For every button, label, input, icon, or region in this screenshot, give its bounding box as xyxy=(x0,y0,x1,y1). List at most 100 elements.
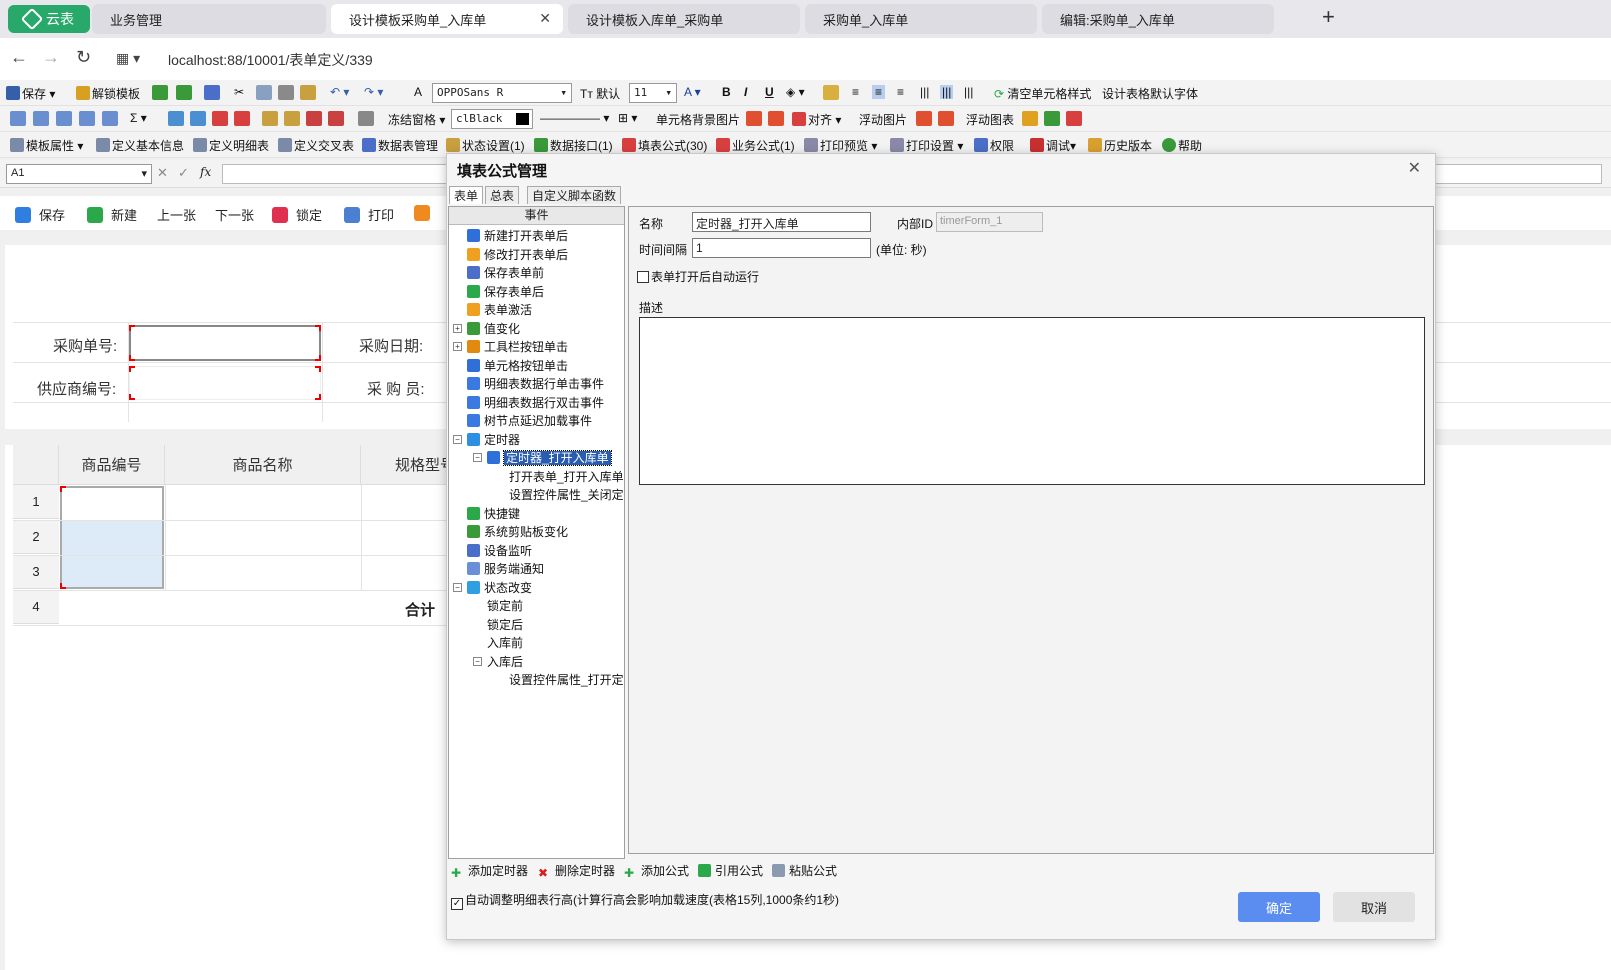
tree-node[interactable]: 表单激活 xyxy=(467,301,532,319)
font-family-select[interactable]: OPPOSans R ▾ xyxy=(432,83,572,103)
format-painter-icon[interactable] xyxy=(300,85,316,100)
tree-node[interactable]: 明细表数据行单击事件 xyxy=(467,375,604,393)
tree-node[interactable]: 保存表单后 xyxy=(467,283,544,301)
cut-icon[interactable]: ✂ xyxy=(234,85,244,99)
redo-icon[interactable]: ↷ ▾ xyxy=(364,85,383,99)
col-header-product-name[interactable]: 商品名称 xyxy=(165,445,361,485)
tree-node[interactable]: 设备监听 xyxy=(467,542,532,560)
close-icon[interactable]: ✕ xyxy=(1408,158,1421,178)
chart-icon-1[interactable] xyxy=(1022,111,1038,126)
new-tab-icon[interactable]: + xyxy=(1322,4,1335,30)
freeze-panes-button[interactable]: 冻结窗格 ▾ xyxy=(388,111,445,128)
fill-color-icon[interactable]: ◈ ▾ xyxy=(786,85,805,99)
tree-expander-icon[interactable]: + xyxy=(453,342,462,351)
tree-node[interactable]: 锁定后 xyxy=(487,616,523,634)
auto-adjust-checkbox[interactable]: ✓ 自动调整明细表行高(计算行高会影响加载速度(表格15列,1000条约1秒) xyxy=(451,891,839,910)
tree-node[interactable]: 状态改变 xyxy=(467,579,532,597)
tree-node[interactable]: 锁定前 xyxy=(487,597,523,615)
image-icon-1[interactable] xyxy=(746,111,762,126)
tree-node[interactable]: 新建打开表单后 xyxy=(467,227,568,245)
add-timer-button[interactable]: ✚ 添加定时器 xyxy=(451,862,528,880)
description-textarea[interactable] xyxy=(639,317,1425,485)
delete-col-icon[interactable] xyxy=(234,111,250,126)
merge-icon-2[interactable] xyxy=(284,111,300,126)
tab-form[interactable]: 表单 xyxy=(449,186,484,204)
dist-right-icon[interactable]: ||| xyxy=(964,85,973,99)
apps-icon[interactable]: ▦ ▾ xyxy=(116,50,140,67)
selected-cells[interactable] xyxy=(60,486,164,589)
close-tab-icon[interactable]: ✕ xyxy=(539,10,551,27)
align-button[interactable]: 对齐 ▾ xyxy=(792,111,841,128)
font-color-select[interactable]: clBlack xyxy=(451,109,533,129)
cell-bg-image-button[interactable]: 单元格背景图片 xyxy=(656,111,740,128)
table-icon-1[interactable] xyxy=(10,111,26,126)
tree-node[interactable]: 明细表数据行双击事件 xyxy=(467,394,604,412)
tree-node[interactable]: 修改打开表单后 xyxy=(467,246,568,264)
lock-cell-icon[interactable] xyxy=(823,85,839,100)
forward-icon[interactable]: → xyxy=(42,47,60,68)
undo-icon[interactable]: ↶ ▾ xyxy=(330,85,349,99)
col-header-product-no[interactable]: 商品编号 xyxy=(59,445,165,485)
tab-edit-purchase-inbound[interactable]: 编辑:采购单_入库单 xyxy=(1042,4,1274,34)
tree-node[interactable]: 服务端通知 xyxy=(467,560,544,578)
tree-node[interactable]: 入库后 xyxy=(487,653,523,671)
underline-button[interactable]: U xyxy=(765,85,774,99)
float-image-icon-2[interactable] xyxy=(938,111,954,126)
dist-center-icon[interactable]: ||| xyxy=(940,85,954,99)
merge-icon-3[interactable] xyxy=(306,111,322,126)
tab-summary[interactable]: 总表 xyxy=(485,186,520,204)
tree-node[interactable]: 树节点延迟加载事件 xyxy=(467,412,592,430)
form-lock-button[interactable]: 锁定 xyxy=(272,205,322,224)
interval-input[interactable]: 1 xyxy=(692,238,871,258)
align-left-icon[interactable]: ≡ xyxy=(852,85,859,99)
bold-button[interactable]: B xyxy=(722,85,731,99)
italic-button[interactable]: I xyxy=(744,85,747,99)
insert-col-icon[interactable] xyxy=(190,111,206,126)
line-style-select[interactable]: ————— ▾ xyxy=(540,111,609,125)
debug-button[interactable]: 调试▾ xyxy=(1030,137,1076,154)
float-image-button[interactable]: 浮动图片 xyxy=(859,111,907,128)
align-right-icon[interactable]: ≡ xyxy=(897,85,904,99)
tree-expander-icon[interactable]: − xyxy=(453,582,462,592)
design-default-font-button[interactable]: 设计表格默认字体 xyxy=(1102,85,1198,102)
font-color-icon[interactable]: A ▾ xyxy=(684,85,701,99)
float-image-icon-1[interactable] xyxy=(916,111,932,126)
merge-icon-1[interactable] xyxy=(262,111,278,126)
reference-formula-button[interactable]: 引用公式 xyxy=(698,862,763,879)
form-next-button[interactable]: 下一张 xyxy=(215,205,254,224)
table-icon-5[interactable] xyxy=(102,111,118,126)
form-more-button[interactable] xyxy=(414,205,438,221)
tree-expander-icon[interactable]: − xyxy=(473,656,482,666)
unlock-template-button[interactable]: 解锁模板 xyxy=(76,85,140,102)
print-settings-button[interactable]: 打印设置 ▾ xyxy=(890,137,963,154)
font-size-select[interactable]: 11 ▾ xyxy=(629,83,677,103)
cancel-edit-icon[interactable]: ✕ xyxy=(157,165,168,181)
tree-node[interactable]: 值变化 xyxy=(467,320,520,338)
chart-icon-3[interactable] xyxy=(1066,111,1082,126)
datatable-manage-button[interactable]: 数据表管理 xyxy=(362,137,438,154)
delete-timer-button[interactable]: ✖ 删除定时器 xyxy=(538,862,615,880)
chart-icon-2[interactable] xyxy=(1044,111,1060,126)
paste-formula-button[interactable]: 粘贴公式 xyxy=(772,862,837,879)
float-chart-button[interactable]: 浮动图表 xyxy=(966,111,1014,128)
tree-node[interactable]: 定时器 xyxy=(467,431,520,449)
fill-formula-button[interactable]: 填表公式(30) xyxy=(622,137,707,154)
form-save-button[interactable]: 保存 xyxy=(15,205,65,224)
clear-style-button[interactable]: ⟳ 清空单元格样式 xyxy=(994,85,1091,102)
permission-button[interactable]: 权限 xyxy=(974,137,1014,154)
form-new-button[interactable]: 新建 xyxy=(87,205,137,224)
copy-icon[interactable] xyxy=(256,85,272,100)
form-prev-button[interactable]: 上一张 xyxy=(157,205,196,224)
url-text[interactable]: localhost:88/10001/表单定义/339 xyxy=(168,50,373,70)
define-detail-button[interactable]: 定义明细表 xyxy=(193,137,269,154)
supplier-no-input[interactable] xyxy=(129,366,321,400)
cancel-button[interactable]: 取消 xyxy=(1333,892,1415,922)
grid-add-icon[interactable] xyxy=(152,85,168,100)
home-tab[interactable]: 云表 xyxy=(8,5,90,33)
wrap-icon[interactable] xyxy=(358,111,374,126)
tree-expander-icon[interactable]: + xyxy=(453,323,462,333)
table-icon-4[interactable] xyxy=(79,111,95,126)
history-button[interactable]: 历史版本 xyxy=(1088,137,1152,154)
confirm-edit-icon[interactable]: ✓ xyxy=(178,165,189,181)
reload-icon[interactable]: ↻ xyxy=(76,47,91,68)
